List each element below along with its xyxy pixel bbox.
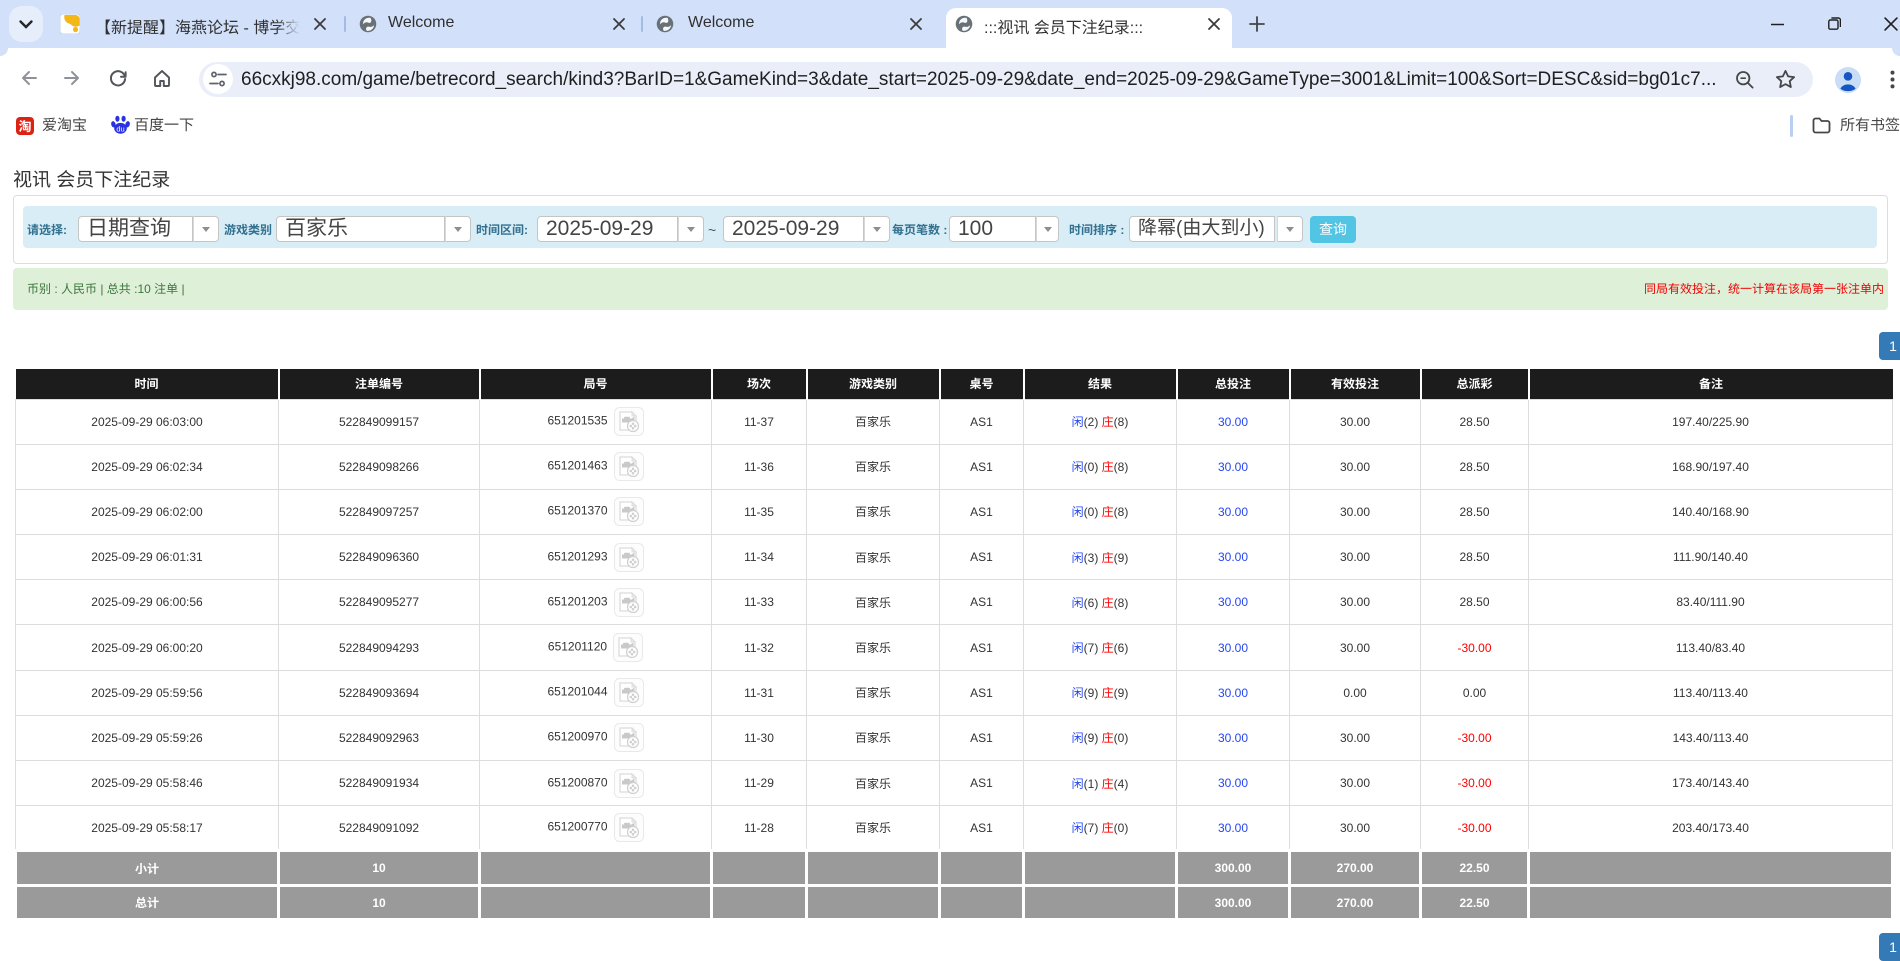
svg-text:du: du xyxy=(116,124,124,133)
